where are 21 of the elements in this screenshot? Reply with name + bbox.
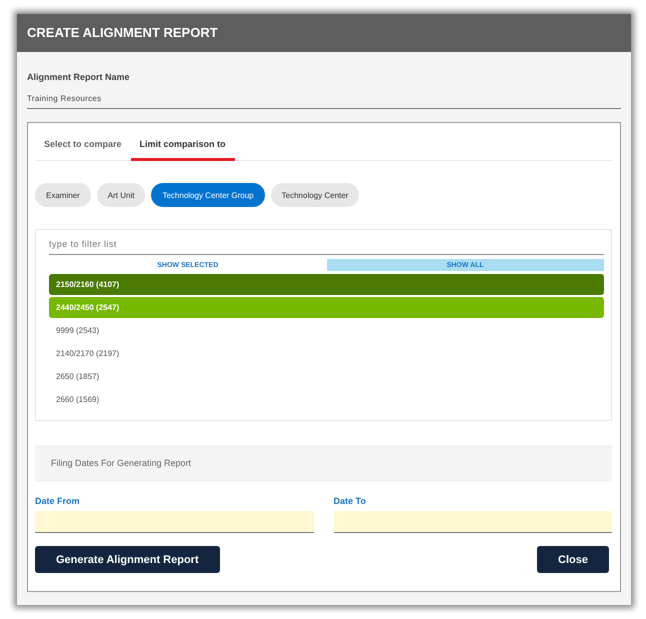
- filter-chip[interactable]: Technology Center: [270, 183, 360, 207]
- field-label: Alignment Report Name: [27, 72, 131, 82]
- tab[interactable]: Select to compare: [35, 131, 131, 161]
- list-item[interactable]: 2650 (1857): [49, 366, 604, 387]
- section-title: Filing Dates For Generating Report: [35, 445, 612, 482]
- list-item[interactable]: 2660 (1569): [49, 389, 604, 410]
- list-item[interactable]: 9999 (2543): [49, 320, 604, 341]
- generate-button[interactable]: Generate Alignment Report: [35, 546, 220, 573]
- date-field[interactable]: [334, 511, 612, 533]
- tab[interactable]: Limit comparison to: [130, 131, 235, 161]
- field-label: Date From: [35, 496, 81, 506]
- date-field[interactable]: [35, 511, 314, 533]
- filter-chip[interactable]: Art Unit: [96, 183, 146, 207]
- filter-chip[interactable]: Examiner: [35, 183, 91, 207]
- list-item[interactable]: 2140/2170 (2197): [49, 343, 604, 364]
- list-item[interactable]: 2150/2160 (4107): [49, 274, 604, 295]
- field-label: Date To: [334, 496, 367, 506]
- filter-chip[interactable]: Technology Center Group: [151, 183, 265, 207]
- report-name-field[interactable]: Training Resources: [27, 82, 621, 109]
- dialog-title: CREATE ALIGNMENT REPORT: [17, 14, 631, 52]
- close-button[interactable]: Close: [537, 546, 609, 573]
